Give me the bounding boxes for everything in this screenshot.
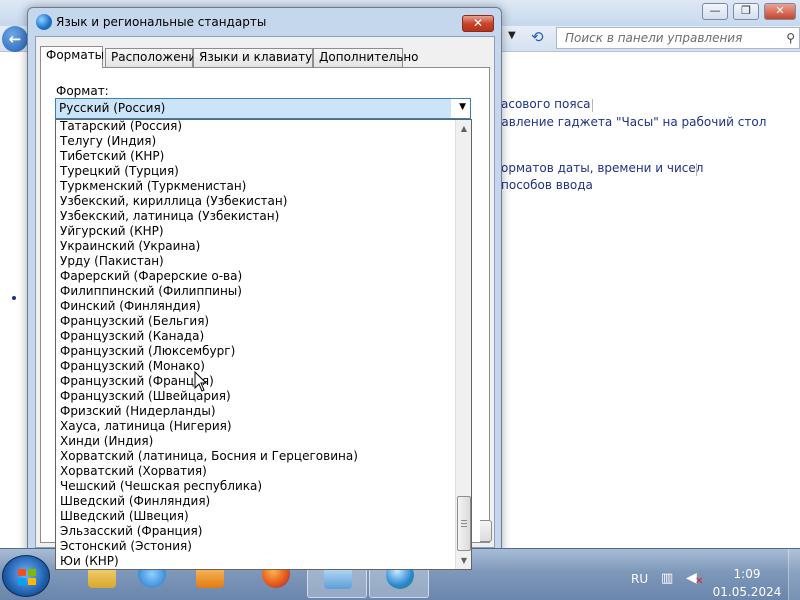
mouse-cursor-icon <box>194 371 208 392</box>
show-desktop-button[interactable] <box>788 549 800 600</box>
refresh-icon[interactable]: ⟲ <box>531 28 544 46</box>
dropdown-list-item[interactable]: Украинский (Украина) <box>60 239 452 254</box>
dropdown-list-item[interactable]: Татарский (Россия) <box>60 120 452 134</box>
bullet <box>12 296 16 300</box>
tray-clock-time[interactable]: 1:09 <box>718 567 776 581</box>
tab-formats[interactable]: Форматы <box>40 46 104 68</box>
dropdown-list-item[interactable]: Французский (Монако) <box>60 359 452 374</box>
globe-icon <box>36 14 52 30</box>
link-time-zone[interactable]: асового пояса <box>501 97 591 111</box>
dropdown-list-item[interactable]: Фризский (Нидерланды) <box>60 404 452 419</box>
dropdown-list-item[interactable]: Филиппинский (Филиппины) <box>60 284 452 299</box>
dropdown-items: Татарский (Россия) Телугу (Индия) Тибетски… <box>60 120 452 570</box>
scrollbar-thumb[interactable] <box>457 496 471 551</box>
dropdown-list-item[interactable]: Французский (Бельгия) <box>60 314 452 329</box>
format-selected-value: Русский (Россия) <box>56 99 451 118</box>
dropdown-list-item[interactable]: Хорватский (Хорватия) <box>60 464 452 479</box>
dropdown-list-item[interactable]: Телугу (Индия) <box>60 134 452 149</box>
back-button[interactable]: ← <box>2 26 28 52</box>
tray-clock-date[interactable]: 01.05.2024 <box>712 585 782 599</box>
format-label: Формат: <box>56 84 109 98</box>
close-button[interactable]: ✕ <box>764 3 796 20</box>
maximize-button[interactable]: ❐ <box>733 3 759 20</box>
tab-administrative[interactable]: Дополнительно <box>313 48 419 67</box>
dropdown-list-item[interactable]: Урду (Пакистан) <box>60 254 452 269</box>
dropdown-list-item[interactable]: Хауса, латиница (Нигерия) <box>60 419 452 434</box>
dialog-titlebar[interactable]: Язык и региональные стандарты ✕ <box>28 8 501 36</box>
dropdown-list-item[interactable]: Чешский (Чешская республика) <box>60 479 452 494</box>
dropdown-list-item[interactable]: Турецкий (Турция) <box>60 164 452 179</box>
link-change-formats[interactable]: орматов даты, времени и чисел <box>501 161 703 175</box>
grip-line <box>461 523 467 524</box>
dropdown-scrollbar[interactable]: ▲ ▼ <box>455 120 471 569</box>
link-separator <box>592 99 593 112</box>
grip-line <box>461 526 467 527</box>
tab-keyboards-languages[interactable]: Языки и клавиатуры <box>193 48 329 67</box>
network-icon[interactable]: ▥ <box>661 571 673 586</box>
dropdown-list-item[interactable]: Уйгурский (КНР) <box>60 224 452 239</box>
dropdown-list-item[interactable]: Фарерский (Фарерские о-ва) <box>60 269 452 284</box>
link-add-clock-gadget[interactable]: бавление гаджета "Часы" на рабочий стол <box>494 115 766 129</box>
search-icon[interactable]: ⚲ <box>786 31 795 45</box>
link-separator <box>696 163 697 176</box>
tab-location[interactable]: Расположение <box>105 48 204 67</box>
grip-line <box>461 520 467 521</box>
dropdown-list-item[interactable]: Тибетский (КНР) <box>60 149 452 164</box>
dialog-close-button[interactable]: ✕ <box>462 15 494 32</box>
dropdown-list-item[interactable]: Эльзасский (Франция) <box>60 524 452 539</box>
dropdown-list-item[interactable]: Французский (Люксембург) <box>60 344 452 359</box>
tray-language-indicator[interactable]: RU <box>631 572 648 586</box>
search-box[interactable]: ⚲ <box>556 27 800 49</box>
dropdown-list-item[interactable]: Французский (Канада) <box>60 329 452 344</box>
dropdown-list-item[interactable]: Французский (Франция) <box>60 374 452 389</box>
dropdown-list-item[interactable]: Французский (Швейцария) <box>60 389 452 404</box>
chevron-down-icon[interactable]: ▼ <box>459 102 466 112</box>
chevron-down-icon[interactable]: ▼ <box>508 30 516 41</box>
dropdown-list-item[interactable]: Хинди (Индия) <box>60 434 452 449</box>
dropdown-list-item[interactable]: Узбекский, латиница (Узбекистан) <box>60 209 452 224</box>
dropdown-list-item[interactable]: Эстонский (Эстония) <box>60 539 452 554</box>
minimize-button[interactable]: — <box>702 3 728 20</box>
dialog-title: Язык и региональные стандарты <box>56 15 267 29</box>
arrow-left-icon: ← <box>8 30 22 48</box>
dropdown-list-item[interactable]: Финский (Финляндия) <box>60 299 452 314</box>
start-button[interactable] <box>2 555 50 597</box>
format-combobox[interactable]: Русский (Россия) ▼ <box>55 98 471 119</box>
dropdown-list-item[interactable]: Юи (КНР) <box>60 554 452 569</box>
windows-logo-icon <box>18 569 36 585</box>
apply-button-edge[interactable] <box>480 520 492 542</box>
dropdown-list-item[interactable]: Узбекский, кириллица (Узбекистан) <box>60 194 452 209</box>
dropdown-list-item[interactable]: Хорватский (латиница, Босния и Герцегови… <box>60 449 452 464</box>
format-dropdown-list[interactable]: Татарский (Россия) Телугу (Индия) Тибетски… <box>55 119 472 570</box>
dropdown-list-item[interactable]: Юи (КНР) <box>60 569 452 570</box>
scroll-down-arrow-icon[interactable]: ▼ <box>456 552 471 569</box>
search-input[interactable] <box>557 28 775 48</box>
dropdown-list-item[interactable]: Туркменский (Туркменистан) <box>60 179 452 194</box>
mute-icon: ✕ <box>695 576 704 587</box>
link-change-input-methods[interactable]: пособов ввода <box>501 178 593 192</box>
dropdown-list-item[interactable]: Шведский (Швеция) <box>60 509 452 524</box>
scroll-up-arrow-icon[interactable]: ▲ <box>456 120 471 137</box>
dropdown-list-item[interactable]: Шведский (Финляндия) <box>60 494 452 509</box>
